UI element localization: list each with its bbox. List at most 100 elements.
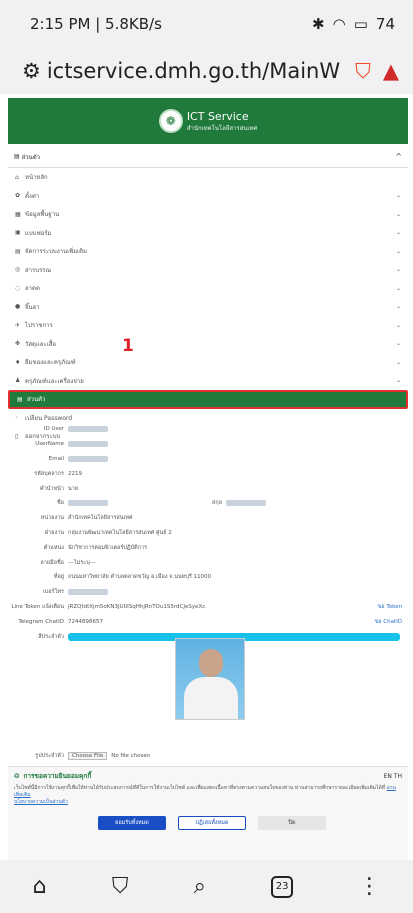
sidebar-item-label: วัสดุและเสื้อ <box>25 340 57 348</box>
brave-rewards-icon[interactable]: ▲ <box>383 59 399 83</box>
field-label: Line Token แจ้งเตือน <box>11 603 64 610</box>
reject-all-button[interactable]: ปฏิเสธทั้งหมด <box>178 816 246 830</box>
request-link[interactable]: ขอ Token <box>378 603 402 611</box>
field-label: ลายมือชื่อ <box>40 559 64 566</box>
bluetooth-icon: ✱ <box>312 15 325 33</box>
language-toggle[interactable]: EN TH <box>384 773 402 780</box>
chevron-down-icon[interactable]: ⌄ <box>396 211 401 218</box>
form-row: Email <box>8 452 408 467</box>
chevron-down-icon[interactable]: ⌄ <box>396 322 401 329</box>
sidebar-item[interactable]: ⌂ หน้าหลัก <box>8 168 408 187</box>
home-icon: ⌂ <box>15 173 19 181</box>
chevron-down-icon[interactable]: ⌄ <box>396 359 401 366</box>
gear-icon: ✿ <box>15 192 21 200</box>
sidebar-item-label: ข้อมูลพื้นฐาน <box>25 211 60 219</box>
field-label: ชื่อ <box>56 500 64 507</box>
cookie-consent: ❂ การขอความยินยอมคุกกี้ EN TH เว็บไซต์นี… <box>8 766 408 860</box>
sidebar-item[interactable]: ✈ ไปราชการ ⌄ <box>8 316 408 335</box>
field-label: Telegram ChatID <box>18 618 64 625</box>
upload-label: รูปประจำตัว <box>35 753 64 760</box>
site-settings-icon[interactable]: ⚙ <box>22 59 41 83</box>
status-bar: 2:15 PM | 5.8KB/s ✱ ◠ ▭ 74 <box>0 0 413 48</box>
brave-shield-icon[interactable]: ⛉ <box>355 59 371 84</box>
profile-form: ID User UserName Email รหัสบุคลากร 2219 คำนำห… <box>8 422 408 644</box>
chevron-down-icon[interactable]: ⌄ <box>396 192 401 199</box>
address-bar[interactable]: ⚙ ictservice.dmh.go.th/MainW ⛉ ▲ <box>0 48 413 94</box>
chevron-down-icon[interactable]: ⌄ <box>396 285 401 292</box>
form-row: รหัสบุคลากร 2219 <box>8 466 408 481</box>
consent-text: เว็บไซต์นี้มีการใช้งานคุกกี้เพื่อให้ท่าน… <box>14 785 386 791</box>
sidebar-item[interactable]: ♟ ครุภัณฑ์และเครื่องจ่าย ⌄ <box>8 372 408 391</box>
web-page: ❁ ICT Service สำนักเทคโนโลยีสารสนเทศ ▤ ส… <box>8 98 408 860</box>
field-label: ฝ่ายงาน <box>44 529 64 536</box>
box-icon: ✤ <box>15 340 21 348</box>
id-card-icon: ▤ <box>14 153 22 160</box>
field-value[interactable]: ถนนมหาวิทยาลัย ตำบลตลาดขวัญ อ.เมือง จ.นน… <box>68 573 211 581</box>
chevron-down-icon[interactable]: ⌄ <box>396 377 401 384</box>
form-row: ที่อยู่ ถนนมหาวิทยาลัย ตำบลตลาดขวัญ อ.เมื… <box>8 570 408 585</box>
sidebar-item[interactable]: ◌ ลาดต ⌄ <box>8 279 408 298</box>
tabs-button[interactable]: 23 <box>271 875 294 898</box>
field-label: หน่วยงาน <box>40 515 64 522</box>
globe-icon: ● <box>15 303 21 311</box>
field-label: เบอร์โทร <box>42 589 64 596</box>
battery-icon: ▭ <box>353 15 368 33</box>
redacted-value <box>226 500 267 507</box>
field-value[interactable]: สำนักเทคโนโลยีสารสนเทศ <box>68 514 133 522</box>
sidebar-item[interactable]: ▤ ส่วนตัว <box>8 390 408 409</box>
field-value[interactable]: ---ไม่ระบุ--- <box>68 559 96 567</box>
field-label: ที่อยู่ <box>53 574 64 581</box>
status-time: 2:15 PM | 5.8KB/s <box>30 15 162 33</box>
field-label: สีประจำตัว <box>38 633 64 640</box>
chevron-down-icon[interactable]: ⌄ <box>396 229 401 236</box>
field-value[interactable]: นักวิชาการคอมพิวเตอร์ปฏิบัติการ <box>68 544 147 552</box>
close-button[interactable]: ปิด <box>258 816 326 830</box>
sidebar-item[interactable]: ✿ ตั้งค่า ⌄ <box>8 187 408 206</box>
profile-photo <box>175 638 245 720</box>
home-icon[interactable]: ⌂ <box>33 874 47 899</box>
form-row: UserName <box>8 437 408 452</box>
site-header: ❁ ICT Service สำนักเทคโนโลยีสารสนเทศ <box>8 98 408 144</box>
field-value[interactable]: 7244898657 <box>68 619 103 625</box>
sidebar-menu: ⌂ หน้าหลัก ✿ ตั้งค่า ⌄ ▦ ข้อมูลพื้นฐาน ⌄ ▣ แบบฟอร… <box>8 168 408 446</box>
redacted-value <box>68 426 108 433</box>
apps-icon: ▤ <box>15 247 21 255</box>
field-value[interactable]: กลุ่มงานพัฒนาเทคโนโลยีสารสนเทศ ศูนย์ 2 <box>68 529 172 537</box>
sidebar-item[interactable]: ◎ สารบรรณ ⌄ <box>8 261 408 280</box>
chevron-down-icon[interactable]: ⌄ <box>396 266 401 273</box>
sidebar-item[interactable]: ▦ ข้อมูลพื้นฐาน ⌄ <box>8 205 408 224</box>
sidebar-item-label: จิ๊นอา <box>25 303 40 311</box>
sidebar-item-label: สารบรรณ <box>25 266 52 274</box>
sidebar-item[interactable]: ▤ จัดการระบบงานเพิ่มเติม ⌄ <box>8 242 408 261</box>
battery-level: 74 <box>375 15 395 33</box>
sidebar-item-label: ครุภัณฑ์และเครื่องจ่าย <box>25 377 84 385</box>
search-icon[interactable]: ⌕ <box>194 874 206 899</box>
sidebar-item[interactable]: ● จิ๊นอา ⌄ <box>8 298 408 317</box>
menu-header[interactable]: ▤ ส่วนตัว ^ <box>8 146 408 168</box>
site-subtitle: สำนักเทคโนโลยีสารสนเทศ <box>186 124 258 132</box>
chevron-down-icon[interactable]: ⌄ <box>396 303 401 310</box>
site-title: ICT Service <box>186 109 249 123</box>
bookmark-icon[interactable]: ⛉ <box>112 874 129 899</box>
accept-all-button[interactable]: ยอมรับทั้งหมด <box>98 816 166 830</box>
sidebar-item[interactable]: ✤ วัสดุและเสื้อ ⌄ <box>8 335 408 354</box>
privacy-policy-link[interactable]: นโยบายความเป็นส่วนตัว <box>14 799 68 805</box>
chevron-down-icon[interactable]: ⌄ <box>396 340 401 347</box>
cookie-icon: ❂ <box>14 772 20 780</box>
chevron-up-icon[interactable]: ^ <box>395 152 402 161</box>
field-value[interactable]: jRZQtdtXjm5oKN3JU0ISqHhjRnTOu1S5rdCJeSye… <box>68 604 205 610</box>
sidebar-item[interactable]: ▣ แบบฟอร์ม ⌄ <box>8 224 408 243</box>
choose-file-button[interactable]: Choose File <box>68 752 108 761</box>
mail-icon: ◎ <box>15 266 21 274</box>
plane-icon: ✈ <box>15 321 21 329</box>
sidebar-item-label: จัดการระบบงานเพิ่มเติม <box>25 248 87 256</box>
field-label: รหัสบุคลากร <box>34 470 64 477</box>
request-link[interactable]: ขอ ChatID <box>374 618 402 626</box>
field-value[interactable]: นาย <box>68 485 78 493</box>
form-row: ชื่อ สกุล <box>8 496 408 511</box>
more-menu-icon[interactable]: ⋮ <box>358 874 380 899</box>
field-value[interactable]: 2219 <box>68 471 82 477</box>
url-text[interactable]: ictservice.dmh.go.th/MainW <box>47 59 355 83</box>
sidebar-item[interactable]: ♦ ยืมของและครุภัณฑ์ ⌄ <box>8 353 408 372</box>
chevron-down-icon[interactable]: ⌄ <box>396 248 401 255</box>
